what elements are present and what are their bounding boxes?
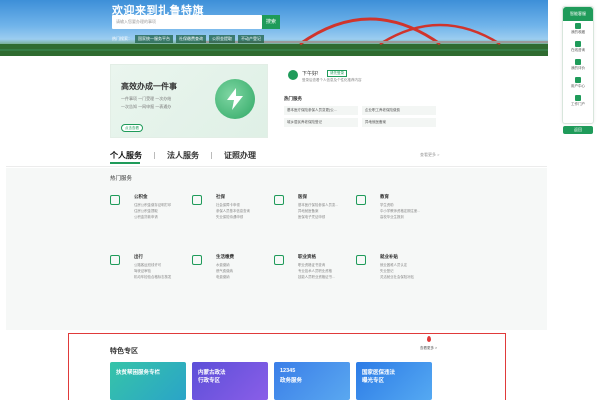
hot-service-link[interactable]: 企业职工养老保险缴费: [362, 106, 436, 115]
medical-insurance-icon: [274, 195, 284, 205]
divider: [6, 166, 547, 167]
hot-service-link[interactable]: 异地就医备案: [362, 118, 436, 127]
sidebar-item-user-center[interactable]: 用户中心: [563, 77, 593, 93]
service-item-qualification[interactable]: 职业资格 职业资格证书查询 专业技术人员职业资格 技能人员职业资格证书...: [274, 254, 356, 294]
top-banner: 欢迎来到扎鲁特旗 请输入您要办理的事项 搜索 热门搜索： 国家统一服务平台 社保…: [0, 0, 548, 56]
social-security-icon: [192, 195, 202, 205]
hot-search-tag[interactable]: 社保缴费查询: [176, 35, 206, 43]
featured-card[interactable]: 国家医保违法 曝光专区: [356, 362, 432, 400]
hot-service-link[interactable]: 基本医疗保险参保人员变更(公...: [284, 106, 358, 115]
featured-card[interactable]: 12345 政务服务: [274, 362, 350, 400]
hot-service-link[interactable]: 城乡居民养老保险登记: [284, 118, 358, 127]
login-tip: 登录后查看个人信息及个性化推荐内容: [302, 78, 362, 82]
employment-icon: [356, 255, 366, 265]
service-item-education[interactable]: 教育 学生资助 中小学教师资格定期注册... 高校毕业生报到: [356, 194, 438, 234]
active-tab-indicator: [110, 162, 140, 164]
featured-card[interactable]: 扶贫帮困服务专栏: [110, 362, 186, 400]
floating-sidebar: 智能客服 我的收藏 在线咨询 我的评价 用户中心 工作门户: [562, 6, 594, 124]
user-icon: [575, 77, 581, 83]
sidebar-item-review[interactable]: 我的评价: [563, 59, 593, 75]
star-icon: [575, 23, 581, 29]
hot-search-tag[interactable]: 不动产登记: [238, 35, 264, 43]
greeting-text: 下午好!: [302, 71, 319, 77]
featured-card[interactable]: 内蒙古政法 行政专区: [192, 362, 268, 400]
hero-view-button[interactable]: 点击查看: [121, 124, 143, 132]
tab-separator: [154, 152, 155, 159]
login-button[interactable]: 请先登录: [327, 70, 347, 77]
hot-services-title: 热门服务: [284, 96, 302, 101]
service-tabs: 个人服务 法人服务 证照办理: [110, 150, 256, 161]
sidebar-item-consult[interactable]: 在线咨询: [563, 41, 593, 57]
tab-personal[interactable]: 个人服务: [110, 150, 142, 161]
hero-subtitle: 一次告知 一网申报 一表通办: [121, 104, 172, 109]
search-button[interactable]: 搜索: [262, 15, 280, 29]
service-item-housing-fund[interactable]: 公积金 住房公积金缴存证明打印 住房公积金提取 公积金贷款申请: [110, 194, 192, 234]
lightning-icon: [215, 79, 255, 119]
chat-icon: [575, 41, 581, 47]
hero-title: 高效办成一件事: [121, 82, 177, 91]
hot-search-tag[interactable]: 国家统一服务平台: [135, 35, 173, 43]
hot-search-tags: 热门搜索： 国家统一服务平台 社保缴费查询 公积金提取 不动产登记: [112, 35, 264, 43]
hero-card[interactable]: 高效办成一件事 一件事项 一门受理 一次办结 一次告知 一网申报 一表通办 点击…: [110, 64, 268, 138]
user-panel: 下午好! 请先登录 登录后查看个人信息及个性化推荐内容 热门服务 基本医疗保险参…: [280, 64, 436, 138]
featured-title: 特色专区: [110, 348, 138, 355]
review-icon: [575, 59, 581, 65]
service-item-social-security[interactable]: 社保 社会保障卡申领 参保人员基本信息查询 失业保险待遇申领: [192, 194, 274, 234]
featured-cards: 扶贫帮困服务专栏 内蒙古政法 行政专区 12345 政务服务 国家医保违法 曝光…: [110, 362, 432, 400]
search-input[interactable]: 请输入您要办理的事项: [112, 15, 262, 29]
services-heading: 热门服务: [110, 176, 133, 182]
sidebar-back-button[interactable]: 返回: [563, 126, 593, 134]
tab-licenses[interactable]: 证照办理: [224, 150, 256, 161]
portal-icon: [575, 95, 581, 101]
sidebar-item-favorites[interactable]: 我的收藏: [563, 23, 593, 39]
tab-separator: [211, 152, 212, 159]
sidebar-head[interactable]: 智能客服: [563, 7, 593, 21]
services-grid: 公积金 住房公积金缴存证明打印 住房公积金提取 公积金贷款申请 社保 社会保障卡…: [110, 194, 440, 294]
hero-subtitle: 一件事项 一门受理 一次办结: [121, 96, 172, 101]
hot-services-links: 基本医疗保险参保人员变更(公... 企业职工养老保险缴费 城乡居民养老保险登记 …: [284, 106, 436, 127]
service-item-life-payment[interactable]: 生活缴费 水费缴纳 燃气费缴纳 电费缴纳: [192, 254, 274, 294]
hot-search-tag[interactable]: 公积金提取: [209, 35, 235, 43]
sidebar-item-work-portal[interactable]: 工作门户: [563, 95, 593, 111]
avatar: [288, 70, 298, 80]
hot-search-label: 热门搜索：: [112, 36, 132, 41]
tab-corporate[interactable]: 法人服务: [167, 150, 199, 161]
life-payment-icon: [192, 255, 202, 265]
house-icon: [110, 195, 120, 205]
service-item-employment[interactable]: 就业补贴 就业困难人员认定 失业登记 灵活就业社会保险补贴: [356, 254, 438, 294]
tabs-more-link[interactable]: 查看更多 >: [420, 152, 439, 158]
service-item-travel[interactable]: 出行 公路客运班线许可 驾驶证审验 机动车检验合格标志核发: [110, 254, 192, 294]
travel-icon: [110, 255, 120, 265]
flame-icon: [427, 336, 431, 342]
service-item-medical-insurance[interactable]: 医保 基本医疗保险参保人员变... 异地就医备案 医保电子凭证申领: [274, 194, 356, 234]
education-icon: [356, 195, 366, 205]
featured-more-link[interactable]: 查看更多 >: [420, 346, 437, 351]
qualification-icon: [274, 255, 284, 265]
